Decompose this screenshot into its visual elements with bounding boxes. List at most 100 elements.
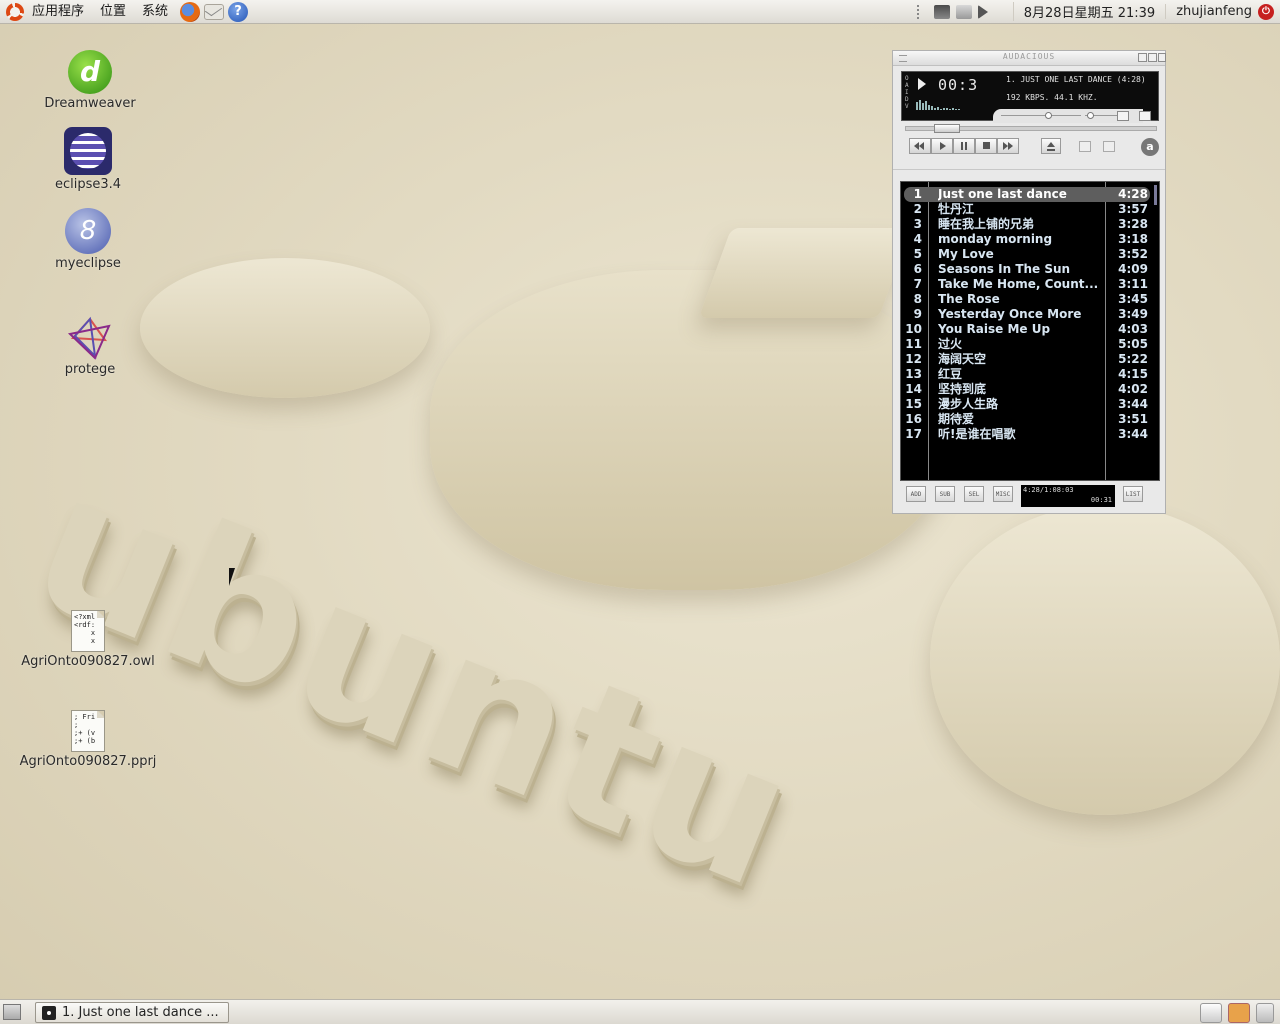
desktop-icon-dreamweaver[interactable]: d Dreamweaver — [20, 50, 160, 111]
add-button[interactable]: ADD — [906, 486, 926, 502]
menu-places[interactable]: 位置 — [92, 0, 134, 24]
list-button[interactable]: LIST — [1123, 486, 1143, 502]
trash-icon[interactable] — [1256, 1003, 1274, 1023]
stop-button[interactable] — [975, 138, 997, 154]
playlist-row[interactable]: 17 听!是谁在唱歌 3:44 — [904, 427, 1150, 442]
sub-button[interactable]: SUB — [935, 486, 955, 502]
player-titlebar[interactable]: AUDACIOUS — [893, 51, 1166, 66]
play-button[interactable] — [931, 138, 953, 154]
desktop-icon-protege[interactable]: protege — [20, 316, 160, 377]
playlist-row[interactable]: 8 The Rose 3:45 — [904, 292, 1150, 307]
shuffle-toggle[interactable] — [1079, 141, 1091, 152]
playlist-row[interactable]: 13 红豆 4:15 — [904, 367, 1150, 382]
user-menu[interactable]: zhujianfeng — [1165, 4, 1258, 19]
playlist-row[interactable]: 11 过火 5:05 — [904, 337, 1150, 352]
display-side-letters[interactable]: OAIDV — [905, 75, 911, 110]
select-button[interactable]: SEL — [964, 486, 984, 502]
pause-button[interactable] — [953, 138, 975, 154]
track-duration: 3:44 — [1118, 397, 1148, 411]
clock[interactable]: 8月28日星期五 21:39 — [1012, 2, 1165, 21]
track-duration: 4:02 — [1118, 382, 1148, 396]
track-duration: 3:57 — [1118, 202, 1148, 216]
audacious-icon — [42, 1005, 56, 1020]
playlist-row[interactable]: 10 You Raise Me Up 4:03 — [904, 322, 1150, 337]
volume-icon[interactable] — [977, 4, 1002, 19]
track-number: 7 — [913, 277, 922, 291]
playlist-toggle-icon[interactable] — [1139, 111, 1151, 121]
playlist-row[interactable]: 9 Yesterday Once More 3:49 — [904, 307, 1150, 322]
seek-bar[interactable] — [905, 124, 1157, 133]
playlist-row[interactable]: 3 睡在我上铺的兄弟 3:28 — [904, 217, 1150, 232]
track-duration: 5:05 — [1118, 337, 1148, 351]
close-icon[interactable] — [1158, 53, 1166, 62]
ubuntu-logo-icon[interactable] — [6, 2, 24, 21]
track-number: 8 — [913, 292, 922, 306]
playlist-row[interactable]: 12 海阔天空 5:22 — [904, 352, 1150, 367]
panel-tray: 8月28日星期五 21:39 zhujianfeng ⏻ — [916, 0, 1280, 24]
desktop-icon-myeclipse[interactable]: 8 myeclipse — [18, 208, 158, 271]
track-duration: 5:22 — [1118, 352, 1148, 366]
show-desktop-icon[interactable] — [3, 1004, 21, 1020]
track-title: 红豆 — [938, 367, 963, 381]
playlist-row[interactable]: 5 My Love 3:52 — [904, 247, 1150, 262]
repeat-toggle[interactable] — [1103, 141, 1115, 152]
track-number: 17 — [905, 427, 922, 441]
shade-icon[interactable] — [1148, 53, 1157, 62]
tray-handle[interactable] — [916, 4, 923, 19]
track-title: 期待爱 — [938, 412, 975, 426]
top-panel: 应用程序 位置 系统 ? 8月28日星期五 21:39 zhujianfeng … — [0, 0, 1280, 24]
playlist-row[interactable]: 1 Just one last dance 4:28 — [904, 187, 1150, 202]
playlist-titlebar[interactable] — [893, 169, 1165, 178]
volume-knob[interactable] — [1045, 112, 1052, 119]
track-number: 13 — [905, 367, 922, 381]
equalizer-toggle-icon[interactable] — [1117, 111, 1129, 121]
previous-button[interactable] — [909, 138, 931, 154]
workspace-switcher-icon[interactable] — [1200, 1003, 1222, 1023]
volume-slider[interactable] — [1001, 115, 1081, 116]
desktop-icon-label: protege — [64, 362, 116, 377]
track-title: Take Me Home, Count... — [938, 277, 1099, 291]
taskbar-item-audacious[interactable]: 1. Just one last dance ... — [35, 1002, 229, 1023]
firefox-icon[interactable] — [180, 1, 201, 22]
audacious-player: AUDACIOUS OAIDV 00:3 1. JUST ONE LAST DA… — [892, 50, 1166, 514]
printer-icon[interactable] — [955, 4, 972, 19]
desktop-icon-owl-file[interactable]: <?xml <rdf: x x AgriOnto090827.owl — [18, 610, 158, 669]
total-time: 4:28/1:08:03 — [1023, 486, 1074, 494]
song-title-marquee: 1. JUST ONE LAST DANCE (4:28) — [1006, 75, 1146, 84]
misc-button[interactable]: MISC — [993, 486, 1013, 502]
network-icon[interactable] — [933, 4, 950, 19]
playlist-row[interactable]: 15 漫步人生路 3:44 — [904, 397, 1150, 412]
track-title: Seasons In The Sun — [938, 262, 1071, 276]
playlist-scrollbar[interactable] — [1154, 185, 1157, 205]
playlist-row[interactable]: 14 坚持到底 4:02 — [904, 382, 1150, 397]
mail-icon[interactable] — [204, 3, 225, 20]
audacious-logo-icon[interactable]: a — [1141, 138, 1159, 156]
menu-applications[interactable]: 应用程序 — [24, 0, 92, 24]
volume-balance-area — [993, 109, 1151, 123]
eject-button[interactable] — [1041, 138, 1061, 154]
playlist-row[interactable]: 2 牡丹江 3:57 — [904, 202, 1150, 217]
minimize-icon[interactable] — [1138, 53, 1147, 62]
power-icon[interactable]: ⏻ — [1258, 3, 1274, 20]
track-number: 2 — [913, 202, 922, 216]
bitrate-info: 192 KBPS. 44.1 KHZ. — [1006, 93, 1098, 102]
elapsed-time[interactable]: 00:3 — [938, 76, 978, 94]
visualizer[interactable] — [916, 98, 960, 110]
seek-knob[interactable] — [934, 124, 960, 133]
desktop-icon-label: AgriOnto090827.owl — [21, 654, 155, 669]
playlist-row[interactable]: 16 期待爱 3:51 — [904, 412, 1150, 427]
workspace-2-icon[interactable] — [1228, 1003, 1250, 1023]
menu-system[interactable]: 系统 — [134, 0, 176, 24]
track-duration: 3:51 — [1118, 412, 1148, 426]
next-button[interactable] — [997, 138, 1019, 154]
playlist-row[interactable]: 4 monday morning 3:18 — [904, 232, 1150, 247]
desktop-icon-eclipse[interactable]: eclipse3.4 — [18, 127, 158, 192]
playlist-row[interactable]: 7 Take Me Home, Count... 3:11 — [904, 277, 1150, 292]
track-title: The Rose — [938, 292, 1000, 306]
track-number: 11 — [905, 337, 922, 351]
playlist-row[interactable]: 6 Seasons In The Sun 4:09 — [904, 262, 1150, 277]
help-icon[interactable]: ? — [228, 1, 249, 22]
desktop-icon-label: eclipse3.4 — [54, 177, 122, 192]
desktop-icon-pprj-file[interactable]: ; Fri ; ;+ (v ;+ (b AgriOnto090827.pprj — [18, 710, 158, 769]
balance-knob[interactable] — [1087, 112, 1094, 119]
